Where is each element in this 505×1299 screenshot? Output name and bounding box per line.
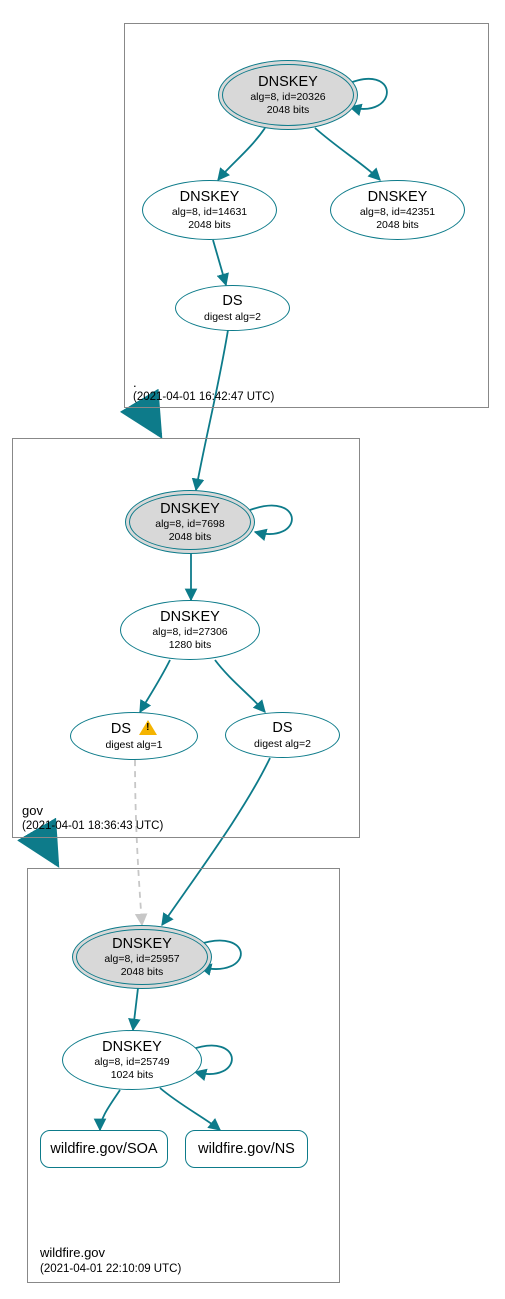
node-sub1: digest alg=2 (204, 311, 261, 324)
node-title: DNSKEY (112, 935, 172, 953)
node-sub2: 2048 bits (169, 531, 212, 544)
wildfire-zsk-dnskey: DNSKEY alg=8, id=25749 1024 bits (62, 1030, 202, 1090)
node-sub1: digest alg=2 (254, 738, 311, 751)
node-sub2: 2048 bits (267, 104, 310, 117)
zone-gov-timestamp: (2021-04-01 18:36:43 UTC) (22, 820, 163, 832)
soa-label: wildfire.gov/SOA (50, 1141, 157, 1157)
gov-ds1-warning: DS digest alg=1 (70, 712, 198, 760)
zone-root-label: . (133, 375, 137, 390)
wildfire-soa-record: wildfire.gov/SOA (40, 1130, 168, 1168)
zone-wildfire-timestamp: (2021-04-01 22:10:09 UTC) (40, 1263, 181, 1275)
wildfire-ksk-dnskey: DNSKEY alg=8, id=25957 2048 bits (72, 925, 212, 989)
node-sub1: alg=8, id=42351 (360, 206, 435, 219)
node-sub2: 2048 bits (188, 219, 231, 232)
node-sub1: alg=8, id=27306 (152, 626, 227, 639)
gov-zsk-dnskey: DNSKEY alg=8, id=27306 1280 bits (120, 600, 260, 660)
node-title: DS (111, 720, 157, 738)
node-title: DNSKEY (160, 500, 220, 518)
ds1-title-text: DS (111, 721, 131, 737)
node-sub2: 1024 bits (111, 1069, 154, 1082)
zone-root-timestamp: (2021-04-01 16:42:47 UTC) (133, 391, 274, 403)
node-sub2: 2048 bits (121, 966, 164, 979)
node-sub1: alg=8, id=7698 (155, 518, 224, 531)
node-title: DS (222, 292, 242, 310)
node-title: DNSKEY (160, 608, 220, 626)
root-zsk2-dnskey: DNSKEY alg=8, id=42351 2048 bits (330, 180, 465, 240)
node-sub1: alg=8, id=25957 (104, 953, 179, 966)
zone-wildfire-label: wildfire.gov (40, 1245, 105, 1260)
node-title: DNSKEY (180, 188, 240, 206)
node-sub1: alg=8, id=25749 (94, 1056, 169, 1069)
zone-gov-label: gov (22, 803, 43, 818)
node-sub1: alg=8, id=14631 (172, 206, 247, 219)
node-sub2: 2048 bits (376, 219, 419, 232)
warning-icon (139, 720, 157, 735)
gov-ksk-dnskey: DNSKEY alg=8, id=7698 2048 bits (125, 490, 255, 554)
gov-ds2: DS digest alg=2 (225, 712, 340, 758)
root-zsk1-dnskey: DNSKEY alg=8, id=14631 2048 bits (142, 180, 277, 240)
node-title: DNSKEY (102, 1038, 162, 1056)
node-sub2: 1280 bits (169, 639, 212, 652)
root-ds: DS digest alg=2 (175, 285, 290, 331)
node-title: DNSKEY (368, 188, 428, 206)
node-title: DNSKEY (258, 73, 318, 91)
ns-label: wildfire.gov/NS (198, 1141, 295, 1157)
node-title: DS (272, 719, 292, 737)
wildfire-ns-record: wildfire.gov/NS (185, 1130, 308, 1168)
root-ksk-dnskey: DNSKEY alg=8, id=20326 2048 bits (218, 60, 358, 130)
node-sub1: alg=8, id=20326 (250, 91, 325, 104)
node-sub1: digest alg=1 (106, 739, 163, 752)
